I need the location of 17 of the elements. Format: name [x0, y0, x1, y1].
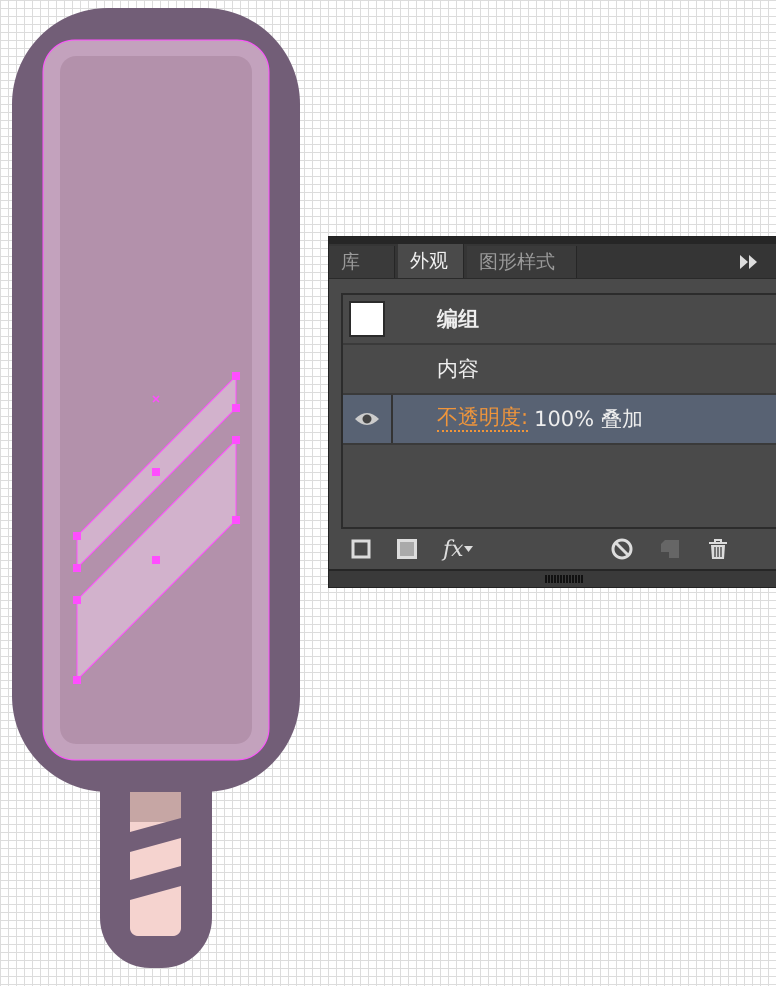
panel-tab[interactable]: 图形样式 [467, 246, 577, 278]
trash-icon[interactable] [707, 538, 729, 560]
clear-icon[interactable] [611, 538, 633, 560]
thumbnail [349, 301, 385, 337]
panel-menu-icon[interactable] [739, 255, 759, 269]
eye-icon[interactable] [354, 411, 380, 427]
duplicate-icon [659, 538, 681, 560]
row-label: 编组 [437, 306, 479, 333]
effects-button[interactable]: fx [443, 536, 473, 562]
panel-tab[interactable]: 库 [329, 246, 395, 278]
row-label: 内容 [437, 356, 479, 383]
caret-icon[interactable] [464, 546, 473, 552]
opacity-value: 100% 叠加 [534, 406, 643, 433]
panel-tab[interactable]: 外观 [398, 244, 464, 278]
stroke-icon[interactable] [351, 539, 371, 559]
appearance-row[interactable]: 不透明度: 100% 叠加 [343, 395, 776, 445]
resize-grip-icon[interactable] [545, 575, 583, 583]
